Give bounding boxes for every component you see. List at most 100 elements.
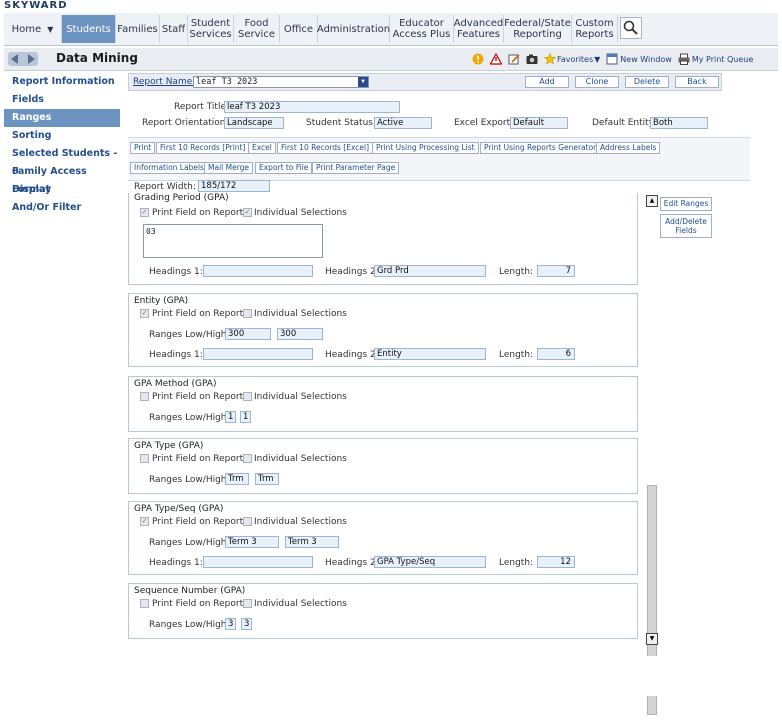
print-reports-generator-button[interactable]: Print Using Reports Generator — [480, 142, 601, 154]
printer-icon — [678, 53, 690, 65]
warning-icon[interactable] — [490, 53, 502, 65]
headings-1-label: Headings 1: — [149, 267, 203, 277]
edit-note-icon[interactable] — [508, 53, 520, 65]
section-title: GPA Type/Seq (GPA) — [134, 504, 224, 514]
print-field-label: Print Field on Report — [152, 454, 244, 464]
back-forward-arrows-icon[interactable] — [8, 52, 38, 66]
information-labels-button[interactable]: Information Labels — [130, 162, 208, 174]
sidebar-item-ranges[interactable]: Ranges — [4, 109, 120, 127]
individual-selections-checkbox[interactable] — [243, 309, 252, 318]
top-navigation: Home ▼ Students Families Staff Student Se… — [4, 13, 778, 46]
excel-button[interactable]: Excel — [248, 142, 276, 154]
delete-button[interactable]: Delete — [625, 76, 669, 88]
address-labels-button[interactable]: Address Labels — [596, 142, 661, 154]
headings-2-input[interactable]: Grd Prd — [374, 265, 486, 277]
range-section-gpa-method: GPA Method (GPA) Print Field on Report I… — [128, 376, 638, 432]
sidebar-item-sorting[interactable]: Sorting — [4, 127, 120, 145]
page-title: Data Mining — [56, 51, 138, 65]
individual-selections-checkbox[interactable] — [243, 599, 252, 608]
scroll-up-arrow-icon[interactable]: ▲ — [646, 195, 658, 207]
individual-selections-checkbox[interactable] — [243, 454, 252, 463]
add-button[interactable]: Add — [525, 76, 569, 88]
nav-students[interactable]: Students — [62, 15, 116, 43]
print-button[interactable]: Print — [130, 142, 156, 154]
add-delete-fields-button[interactable]: Add/Delete Fields — [660, 214, 712, 238]
sidebar-item-report-information[interactable]: Report Information — [4, 73, 120, 91]
nav-federal-state-reporting[interactable]: Federal/State Reporting — [504, 15, 572, 43]
length-input[interactable]: 6 — [537, 348, 575, 360]
print-field-label: Print Field on Report — [152, 208, 244, 218]
camera-icon[interactable] — [526, 53, 538, 65]
vertical-scrollbar[interactable]: ▲ ▼ — [646, 193, 658, 723]
headings-2-input[interactable]: Entity — [374, 348, 486, 360]
chevron-down-icon: ▼ — [358, 77, 368, 87]
range-low-input[interactable]: Term 3 — [225, 536, 279, 548]
nav-food-service[interactable]: Food Service — [234, 15, 280, 43]
print-queue-link[interactable]: My Print Queue — [678, 53, 753, 65]
nav-staff[interactable]: Staff — [160, 15, 188, 43]
section-title: GPA Type (GPA) — [134, 441, 204, 451]
search-button[interactable] — [620, 17, 642, 39]
add-delete-label: Add/Delete — [665, 217, 707, 226]
sidebar-item-selected-students[interactable]: Selected Students - 0 — [4, 145, 120, 177]
nav-advanced-features[interactable]: Advanced Features — [454, 15, 504, 43]
section-title: Grading Period (GPA) — [134, 193, 229, 203]
nav-student-services[interactable]: Student Services — [188, 15, 234, 43]
new-window-link[interactable]: New Window — [606, 53, 672, 65]
clone-button[interactable]: Clone — [575, 76, 619, 88]
report-name-select[interactable]: leaf T3 2023 ▼ — [193, 76, 369, 88]
toolbar: Favorites ▼ New Window My Print Queue — [472, 52, 753, 66]
range-low-input[interactable]: Trm — [225, 473, 249, 485]
ranges-label: Ranges Low/High: — [149, 475, 230, 485]
print-processing-list-button[interactable]: Print Using Processing List — [372, 142, 479, 154]
back-button[interactable]: Back — [675, 76, 719, 88]
sidebar-item-format[interactable]: Format — [4, 181, 120, 199]
nav-custom-reports[interactable]: Custom Reports — [572, 15, 618, 43]
headings-2-label: Headings 2: — [325, 350, 379, 360]
first-10-print-button[interactable]: First 10 Records [Print] — [156, 142, 250, 154]
nav-educator-access-plus[interactable]: Educator Access Plus — [390, 15, 454, 43]
nav-home[interactable]: Home ▼ — [4, 15, 62, 43]
favorites-menu[interactable]: Favorites ▼ — [544, 53, 600, 65]
student-status-value: Active — [374, 117, 432, 129]
range-high-input[interactable]: 300 — [277, 328, 323, 340]
print-field-checkbox[interactable] — [140, 454, 149, 463]
range-low-input[interactable]: 3 — [225, 618, 236, 630]
range-high-input[interactable]: 3 — [241, 618, 252, 630]
report-name-label[interactable]: Report Name: — [133, 77, 195, 87]
individual-selections-checkbox[interactable]: ✓ — [243, 208, 252, 217]
range-high-input[interactable]: Trm — [255, 473, 279, 485]
alert-icon[interactable] — [472, 53, 484, 65]
print-field-checkbox[interactable] — [140, 392, 149, 401]
mail-merge-button[interactable]: Mail Merge — [204, 162, 254, 174]
length-input[interactable]: 7 — [537, 265, 575, 277]
length-input[interactable]: 12 — [537, 556, 575, 568]
print-parameter-page-button[interactable]: Print Parameter Page — [312, 162, 400, 174]
range-high-input[interactable]: 1 — [240, 411, 251, 423]
individual-selections-checkbox[interactable] — [243, 392, 252, 401]
range-high-input[interactable]: Term 3 — [285, 536, 339, 548]
headings-1-input[interactable] — [203, 556, 313, 568]
range-low-input[interactable]: 300 — [225, 328, 271, 340]
headings-1-input[interactable] — [203, 348, 313, 360]
selections-textarea[interactable]: 03 — [143, 224, 323, 258]
sidebar-item-and-or-filter[interactable]: And/Or Filter — [4, 199, 120, 217]
headings-2-input[interactable]: GPA Type/Seq — [374, 556, 486, 568]
sidebar-item-fields[interactable]: Fields — [4, 91, 120, 109]
print-field-checkbox[interactable]: ✓ — [140, 517, 149, 526]
edit-ranges-button[interactable]: Edit Ranges — [660, 197, 712, 211]
nav-administration[interactable]: Administration — [317, 15, 390, 43]
nav-families[interactable]: Families — [116, 15, 160, 43]
print-field-checkbox[interactable]: ✓ — [140, 208, 149, 217]
print-field-checkbox[interactable] — [140, 599, 149, 608]
sidebar-item-family-access-display[interactable]: Family Access Display — [4, 163, 120, 195]
first-10-excel-button[interactable]: First 10 Records [Excel] — [277, 142, 374, 154]
export-to-file-button[interactable]: Export to File — [255, 162, 313, 174]
individual-selections-checkbox[interactable] — [243, 517, 252, 526]
range-low-input[interactable]: 1 — [225, 411, 236, 423]
scroll-down-arrow-icon[interactable]: ▼ — [646, 633, 658, 645]
print-field-checkbox[interactable]: ✓ — [140, 309, 149, 318]
headings-1-input[interactable] — [203, 265, 313, 277]
nav-office[interactable]: Office — [280, 15, 318, 43]
page-footer — [0, 656, 782, 696]
